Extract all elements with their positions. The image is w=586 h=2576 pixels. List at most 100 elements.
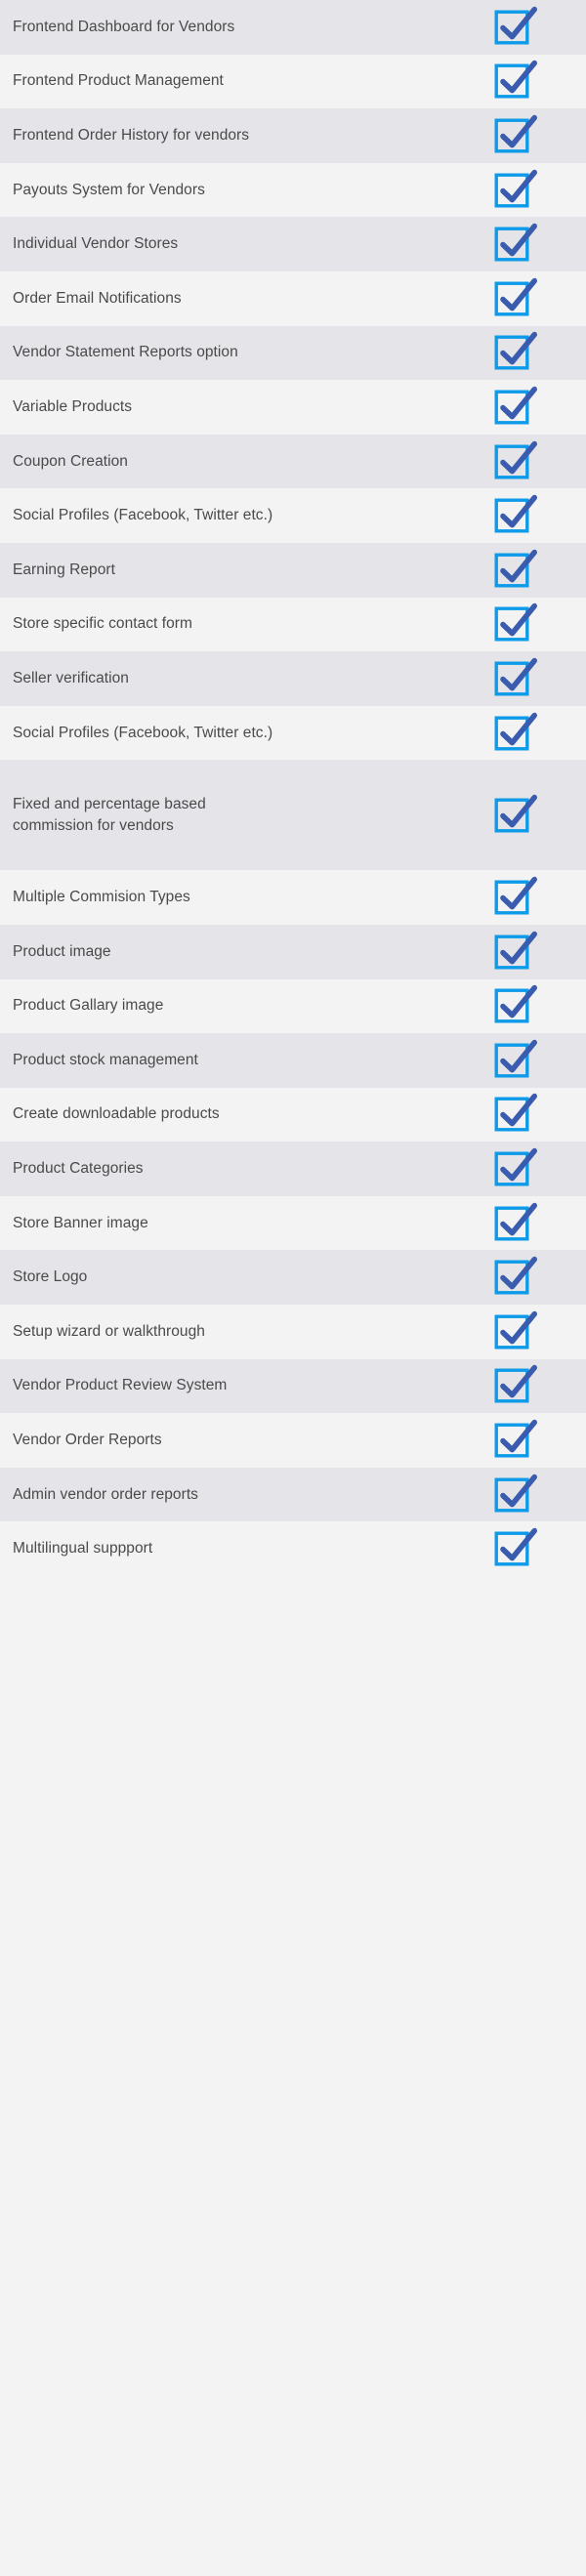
feature-checkbox-cell [492,1473,537,1517]
checked-checkbox-icon [494,985,537,1023]
feature-label: Admin vendor order reports [13,1485,198,1503]
feature-label: Setup wizard or walkthrough [13,1322,205,1340]
feature-checkbox-cell [492,385,537,430]
feature-row: Variable Products [0,380,586,435]
checked-checkbox-icon [494,169,537,208]
feature-row: Product Gallary image [0,978,586,1034]
feature-checkbox-cell [492,1309,537,1354]
feature-checkbox-cell [492,113,537,158]
feature-row: Product Categories [0,1142,586,1196]
checked-checkbox-icon [494,1202,537,1241]
feature-label: Fixed and percentage based commission fo… [13,795,206,834]
feature-row: Vendor Statement Reports option [0,325,586,381]
feature-label: Product Categories [13,1160,144,1178]
feature-row: Coupon Creation [0,434,586,489]
checked-checkbox-icon [494,712,537,751]
checked-checkbox-icon [494,386,537,425]
checked-checkbox-icon [494,876,537,915]
feature-label: Earning Report [13,561,115,578]
feature-label: Multilingual suppport [13,1540,153,1558]
feature-label: Product Gallary image [13,997,164,1015]
feature-row: Store Banner image [0,1195,586,1251]
feature-checkbox-cell [492,330,537,375]
feature-row: Order Email Notifications [0,270,586,326]
feature-checkbox-cell [492,168,537,213]
feature-label: Social Profiles (Facebook, Twitter etc.) [13,724,273,741]
feature-checkbox-cell [492,222,537,267]
feature-row: Admin vendor order reports [0,1467,586,1522]
feature-row: Frontend Product Management [0,54,586,109]
checked-checkbox-icon [494,223,537,262]
feature-label: Order Email Notifications [13,289,182,307]
checked-checkbox-icon [494,6,537,45]
feature-checkbox-cell [492,493,537,538]
feature-checkbox-cell [492,711,537,756]
checked-checkbox-icon [494,1094,537,1132]
feature-checkbox-cell [492,930,537,975]
feature-checkbox-cell [492,439,537,484]
feature-label: Multiple Commision Types [13,889,190,906]
feature-row: Frontend Dashboard for Vendors [0,0,586,55]
feature-row: Vendor Order Reports [0,1413,586,1468]
feature-checklist: Frontend Dashboard for Vendors Frontend P… [0,0,586,1577]
feature-checkbox-cell [492,276,537,321]
feature-row: Social Profiles (Facebook, Twitter etc.) [0,705,586,761]
checked-checkbox-icon [494,1039,537,1078]
feature-label: Frontend Product Management [13,72,224,90]
feature-checkbox-cell [492,1526,537,1571]
feature-label: Store specific contact form [13,615,192,633]
feature-checkbox-cell [492,1038,537,1083]
feature-row: Social Profiles (Facebook, Twitter etc.) [0,488,586,543]
feature-checkbox-cell [492,793,537,838]
feature-label: Seller verification [13,669,129,686]
checked-checkbox-icon [494,1419,537,1458]
feature-checkbox-cell [492,548,537,593]
checked-checkbox-icon [494,1147,537,1186]
feature-label: Social Profiles (Facebook, Twitter etc.) [13,507,273,524]
checked-checkbox-icon [494,332,537,370]
checked-checkbox-icon [494,549,537,588]
feature-checkbox-cell [492,1255,537,1300]
feature-label: Product image [13,942,111,960]
checked-checkbox-icon [494,603,537,642]
feature-row: Fixed and percentage based commission fo… [0,760,586,871]
checked-checkbox-icon [494,1365,537,1403]
feature-checkbox-cell [492,59,537,104]
feature-checkbox-cell [492,5,537,50]
feature-row: Store Logo [0,1250,586,1306]
feature-checkbox-cell [492,1146,537,1191]
checked-checkbox-icon [494,440,537,479]
feature-label: Vendor Product Review System [13,1377,228,1394]
feature-label: Individual Vendor Stores [13,235,179,253]
feature-label: Payouts System for Vendors [13,181,205,198]
checked-checkbox-icon [494,61,537,99]
feature-label: Product stock management [13,1051,198,1068]
feature-label: Frontend Dashboard for Vendors [13,18,235,35]
feature-row: Frontend Order History for vendors [0,108,586,163]
feature-label: Frontend Order History for vendors [13,126,250,144]
checked-checkbox-icon [494,1528,537,1566]
feature-row: Seller verification [0,651,586,706]
feature-label: Create downloadable products [13,1105,220,1123]
feature-label: Vendor Statement Reports option [13,344,238,361]
checked-checkbox-icon [494,277,537,316]
feature-row: Earning Report [0,542,586,598]
feature-row: Setup wizard or walkthrough [0,1305,586,1359]
feature-checkbox-cell [492,1418,537,1463]
feature-row: Multiple Commision Types [0,870,586,925]
checked-checkbox-icon [494,931,537,970]
feature-row: Create downloadable products [0,1087,586,1143]
checked-checkbox-icon [494,1310,537,1350]
checked-checkbox-icon [494,494,537,533]
feature-checkbox-cell [492,875,537,920]
checked-checkbox-icon [494,794,537,833]
feature-row: Store specific contact form [0,597,586,652]
feature-row: Product image [0,924,586,979]
feature-checkbox-cell [492,656,537,701]
feature-row: Vendor Product Review System [0,1358,586,1414]
checked-checkbox-icon [494,1257,537,1295]
checked-checkbox-icon [494,1474,537,1513]
feature-checkbox-cell [492,1363,537,1408]
feature-checkbox-cell [492,1092,537,1137]
feature-row: Multilingual suppport [0,1521,586,1577]
